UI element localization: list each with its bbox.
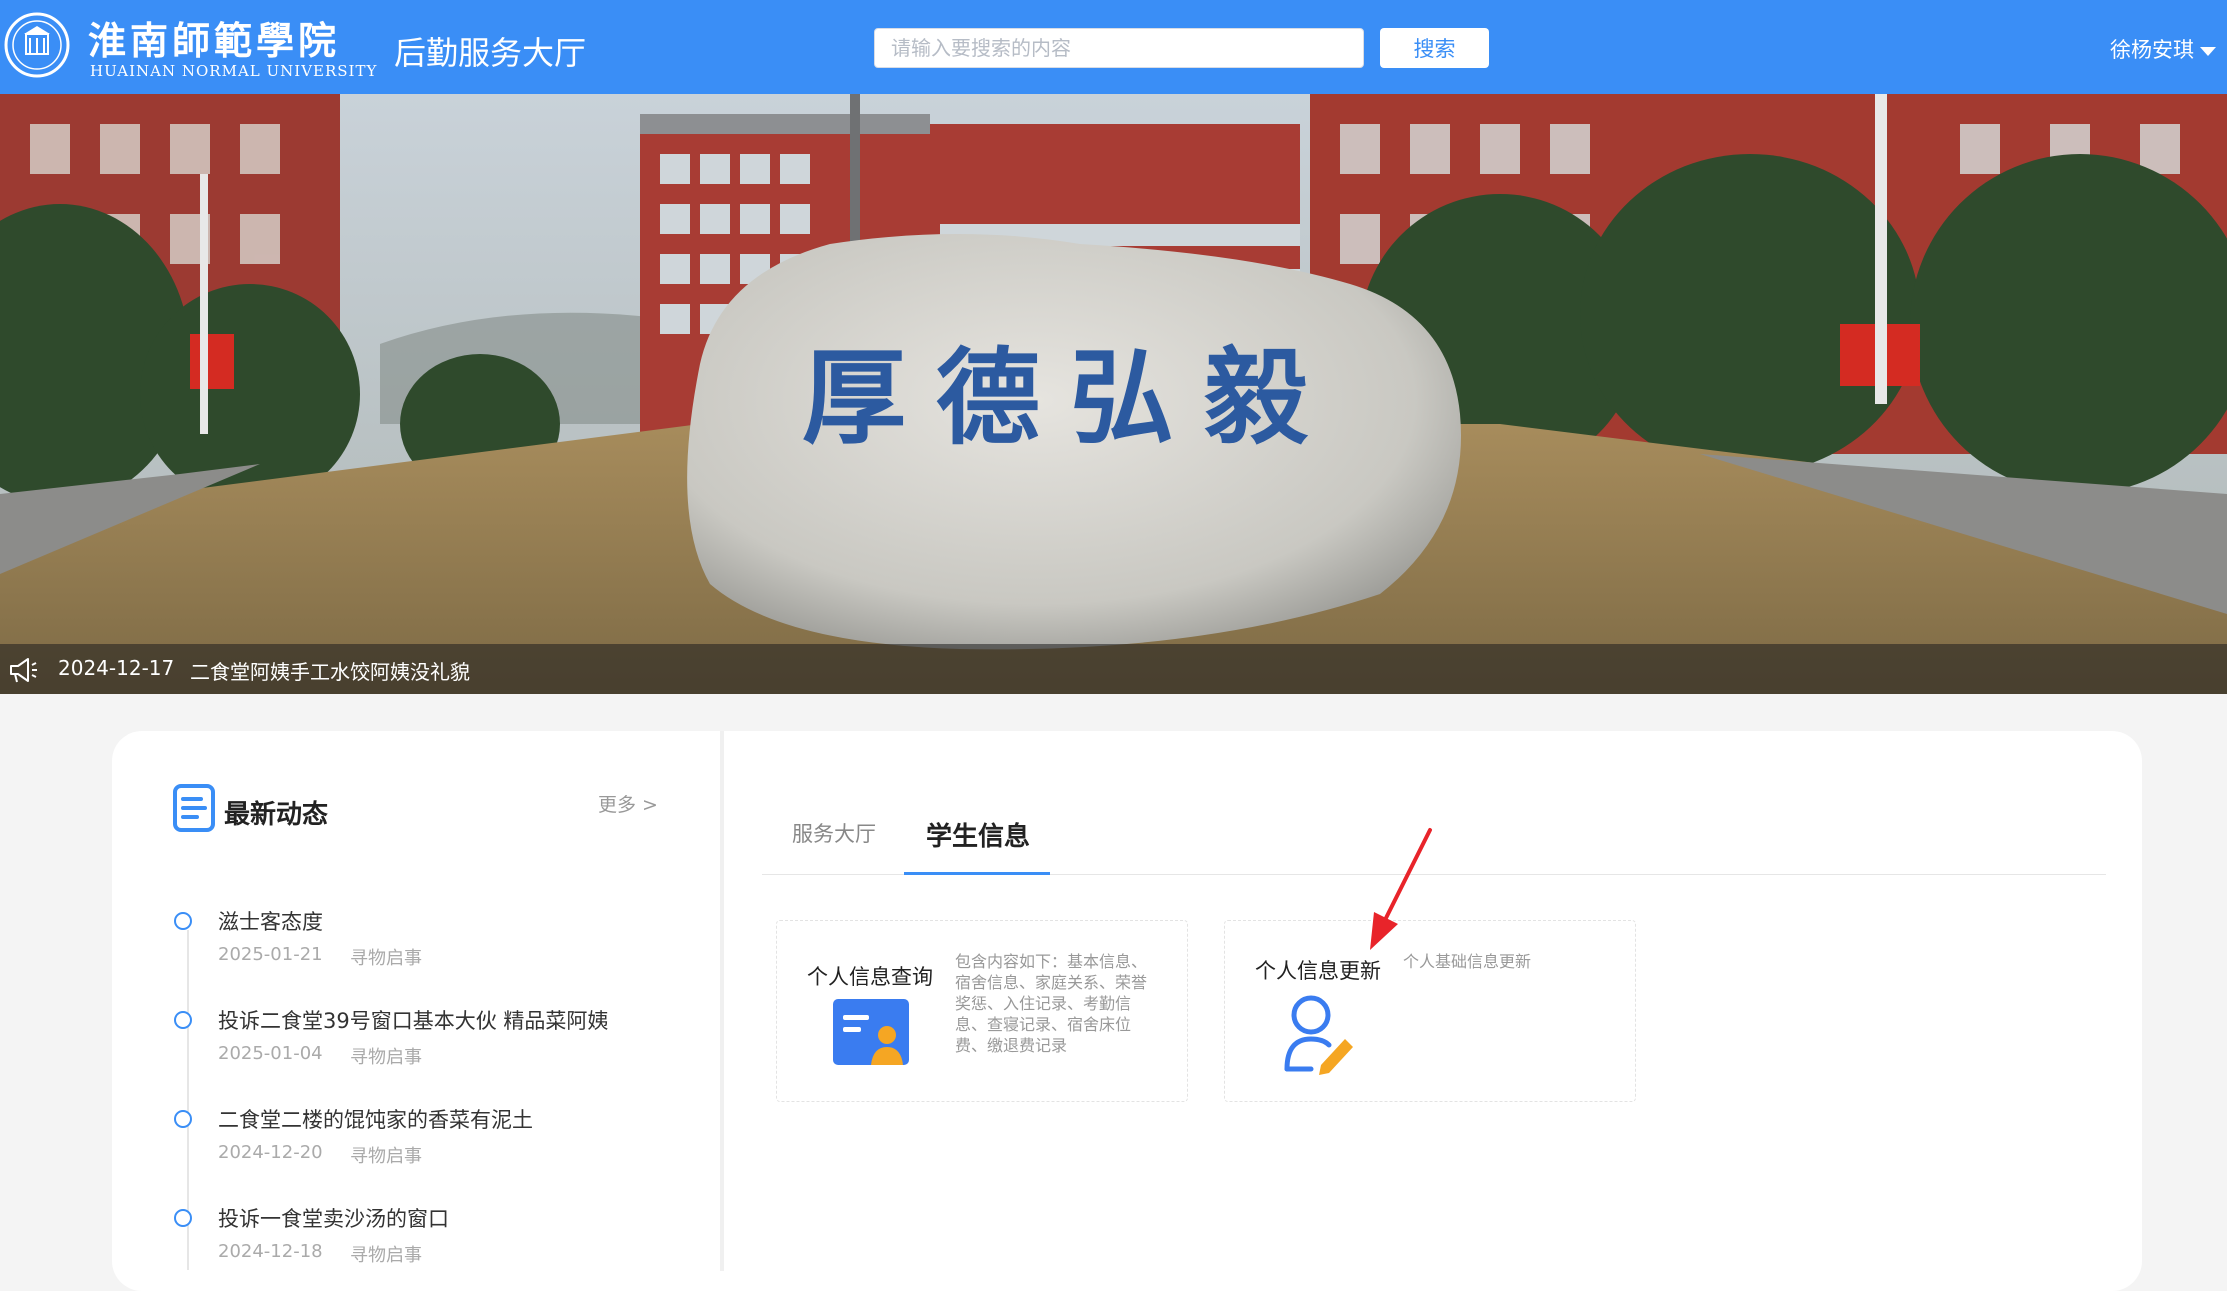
campus-banner: 厚德弘毅 xyxy=(0,94,2227,694)
news-document-icon xyxy=(173,784,215,832)
notice-text[interactable]: 二食堂阿姨手工水饺阿姨没礼貌 xyxy=(190,656,470,685)
timeline-dot-icon xyxy=(174,1011,192,1029)
service-card-title: 个人信息查询 xyxy=(807,965,933,989)
news-item-category: 寻物启事 xyxy=(350,1245,422,1266)
news-item-category: 寻物启事 xyxy=(350,948,422,969)
news-item-title: 投诉一食堂卖沙汤的窗口 xyxy=(218,1207,449,1231)
tab-student-info[interactable]: 学生信息 xyxy=(926,816,1030,853)
search-input[interactable] xyxy=(874,28,1364,68)
news-item-date: 2024-12-18 xyxy=(218,1241,323,1262)
news-item[interactable]: 二食堂二楼的馄饨家的香菜有泥土 2024-12-20 寻物启事 xyxy=(174,1104,694,1174)
user-edit-icon xyxy=(1284,995,1353,1075)
service-card-info-query[interactable]: 个人信息查询 包含内容如下：基本信息、宿舍信息、家庭关系、荣誉奖惩、入住记录、考… xyxy=(776,920,1188,1102)
service-card-description: 包含内容如下：基本信息、宿舍信息、家庭关系、荣誉奖惩、入住记录、考勤信息、查寝记… xyxy=(955,952,1148,1055)
news-item-title: 二食堂二楼的馄饨家的香菜有泥土 xyxy=(218,1108,533,1132)
timeline-dot-icon xyxy=(174,1110,192,1128)
user-menu[interactable]: 徐杨安琪 xyxy=(2110,34,2216,64)
annotation-arrow-icon xyxy=(1370,828,1432,950)
news-item-date: 2025-01-04 xyxy=(218,1043,323,1064)
university-name-en: HUAINAN NORMAL UNIVERSITY xyxy=(90,62,378,80)
news-item[interactable]: 滋士客态度 2025-01-21 寻物启事 xyxy=(174,906,694,976)
news-item-title: 投诉二食堂39号窗口基本大伙 精品菜阿姨 xyxy=(218,1009,609,1033)
news-item-title: 滋士客态度 xyxy=(218,910,323,934)
timeline-dot-icon xyxy=(174,1209,192,1227)
university-name-cn: 淮南師範學院 xyxy=(88,18,341,63)
app-title: 后勤服务大厅 xyxy=(394,34,587,72)
top-header: 淮南師範學院 HUAINAN NORMAL UNIVERSITY 后勤服务大厅 … xyxy=(0,0,2227,94)
news-item[interactable]: 投诉二食堂39号窗口基本大伙 精品菜阿姨 2025-01-04 寻物启事 xyxy=(174,1005,694,1075)
notice-bar[interactable]: 2024-12-17 二食堂阿姨手工水饺阿姨没礼貌 xyxy=(0,644,2227,694)
active-tab-indicator xyxy=(904,872,1050,875)
news-item-category: 寻物启事 xyxy=(350,1047,422,1068)
megaphone-icon xyxy=(10,658,37,683)
news-item[interactable]: 投诉一食堂卖沙汤的窗口 2024-12-18 寻物启事 xyxy=(174,1203,694,1273)
user-name: 徐杨安琪 xyxy=(2110,38,2194,62)
news-title: 最新动态 xyxy=(224,800,329,830)
chevron-down-icon xyxy=(2200,46,2216,56)
stone-inscription: 厚德弘毅 xyxy=(802,336,1338,459)
id-card-icon xyxy=(833,999,909,1065)
service-card-title: 个人信息更新 xyxy=(1255,959,1381,983)
news-more-link[interactable]: 更多 > xyxy=(598,790,658,817)
news-item-date: 2024-12-20 xyxy=(218,1142,323,1163)
service-card-description: 个人基础信息更新 xyxy=(1403,952,1532,971)
news-item-category: 寻物启事 xyxy=(350,1146,422,1167)
tab-service-hall[interactable]: 服务大厅 xyxy=(792,818,876,848)
timeline-dot-icon xyxy=(174,912,192,930)
panel-divider xyxy=(720,731,724,1271)
search-button[interactable]: 搜索 xyxy=(1380,28,1489,68)
notice-date: 2024-12-17 xyxy=(58,656,175,680)
campus-photo: 厚德弘毅 xyxy=(0,94,2227,694)
news-item-date: 2025-01-21 xyxy=(218,944,323,965)
university-seal-icon xyxy=(4,12,70,78)
